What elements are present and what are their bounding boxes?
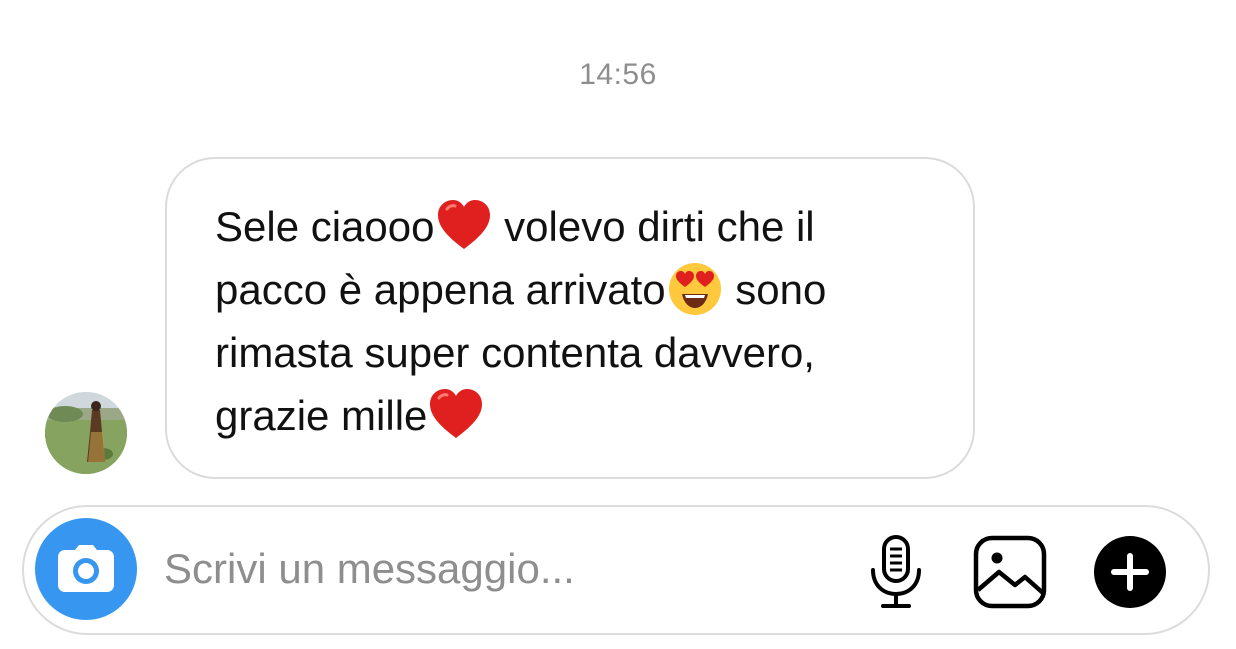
message-timestamp: 14:56 (579, 58, 657, 91)
plus-icon (1094, 536, 1166, 608)
message-bubble[interactable]: Sele ciaooo volevo dirti che il pacco è … (165, 157, 975, 479)
more-options-button[interactable] (1092, 534, 1168, 610)
image-gallery-icon (973, 535, 1047, 609)
camera-button[interactable] (35, 518, 137, 620)
gallery-button[interactable] (972, 534, 1048, 610)
camera-icon (58, 545, 114, 592)
microphone-icon (871, 535, 921, 608)
message-text: Sele ciaooo volevo dirti che il pacco è … (215, 195, 935, 447)
avatar-photo (45, 392, 127, 474)
red-heart-emoji (427, 386, 485, 444)
heart-eyes-emoji (666, 260, 724, 318)
message-composer (22, 505, 1210, 635)
voice-message-button[interactable] (858, 534, 934, 610)
message-segment: Sele ciaooo (215, 203, 435, 250)
sender-avatar[interactable] (45, 392, 127, 474)
message-input[interactable] (164, 539, 824, 599)
red-heart-emoji (435, 197, 493, 255)
